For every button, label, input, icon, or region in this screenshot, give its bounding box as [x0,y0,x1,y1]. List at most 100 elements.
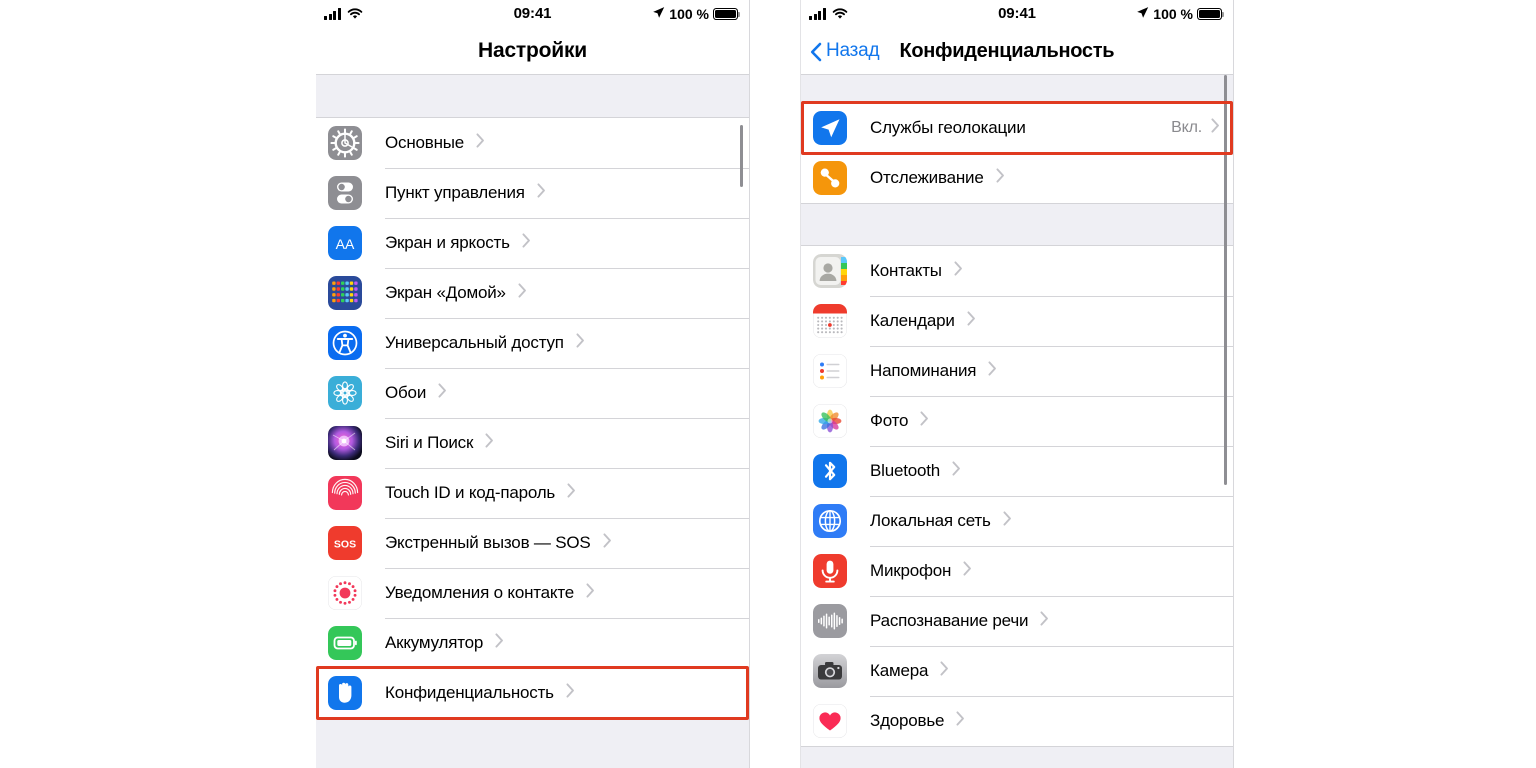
tracking-icon [813,161,847,195]
chevron-right-icon [1040,611,1049,631]
list-item-label: Календари [870,311,955,330]
chevron-right-icon [1003,511,1012,531]
list-item-label: Локальная сеть [870,511,991,530]
chevron-right-icon [954,261,963,281]
list-item[interactable]: Отслеживание [801,153,1233,203]
chevron-right-icon [566,683,575,703]
list-item[interactable]: Пункт управления [316,168,749,218]
list-item[interactable]: AA Экран и яркость [316,218,749,268]
list-item[interactable]: Touch ID и код-пароль [316,468,749,518]
location-arrow-icon [652,6,665,22]
list-item[interactable]: Камера [801,646,1233,696]
settings-group: Основные Пункт управления AA Экран и яркост… [316,117,749,719]
privacy-scroll-area[interactable]: Службы геолокации Вкл. Отслеживание Контак… [801,75,1233,768]
chevron-right-icon [952,461,961,481]
svg-text:AA: AA [336,236,355,252]
siri-icon [328,426,362,460]
battery-icon [328,626,362,660]
screenshot-root: 09:41 100 % Настройки Основные Пункт упра… [0,0,1536,768]
list-item-label: Службы геолокации [870,118,1026,137]
accessibility-icon [328,326,362,360]
chevron-right-icon [476,133,485,153]
local-network-icon [813,504,847,538]
list-item[interactable]: Фото [801,396,1233,446]
section-gap-top-right [801,75,1233,102]
speech-recognition-icon [813,604,847,638]
back-button[interactable]: Назад [810,40,880,62]
chevron-right-icon [495,633,504,653]
battery-percent-label: 100 % [1153,6,1193,22]
list-item[interactable]: Обои [316,368,749,418]
list-item-label: Аккумулятор [385,633,484,652]
list-item-label: Микрофон [870,561,952,580]
list-item[interactable]: Аккумулятор [316,618,749,668]
chevron-right-icon [602,533,612,553]
scrollbar-left[interactable] [740,125,743,187]
scrollbar-right[interactable] [1224,75,1227,485]
list-item[interactable]: Уведомления о контакте [316,568,749,618]
chevron-right-icon [996,168,1005,188]
settings-scroll-area[interactable]: Основные Пункт управления AA Экран и яркост… [316,75,749,768]
list-item[interactable]: Универсальный доступ [316,318,749,368]
page-title-settings: Настройки [478,39,587,62]
section-gap-mid-right [801,204,1233,245]
list-item-label: Фото [870,411,909,430]
list-item[interactable]: Контакты [801,246,1233,296]
settings-screen: 09:41 100 % Настройки Основные Пункт упра… [316,0,750,768]
list-item-label: Пункт управления [385,183,525,202]
list-item[interactable]: Микрофон [801,546,1233,596]
list-item[interactable]: Распознавание речи [801,596,1233,646]
list-item[interactable]: Основные [316,118,749,168]
section-gap-bottom-left [316,719,749,768]
chevron-right-icon [988,361,997,381]
list-item[interactable]: Календари [801,296,1233,346]
list-item-label: Камера [870,661,929,680]
control-center-icon [328,176,362,210]
home-screen-icon [328,276,362,310]
list-item-label: Touch ID и код-пароль [385,483,556,502]
privacy-screen: 09:41 100 % Назад Конфиденциальность Слу… [800,0,1234,768]
battery-full-icon [713,8,740,20]
contact-notifications-icon [328,576,362,610]
status-bar-right-icons: 100 % [652,6,740,22]
health-icon [813,704,847,738]
navbar-right: Назад Конфиденциальность [801,28,1233,75]
status-bar-right-icons-2: 100 % [1136,6,1224,22]
touch-id-icon [328,476,362,510]
chevron-right-icon [537,183,546,203]
chevron-right-icon [1211,118,1220,138]
page-title-privacy: Конфиденциальность [899,39,1115,62]
list-item-label: Обои [385,383,427,402]
chevron-right-icon [518,283,527,303]
microphone-icon [813,554,847,588]
list-item[interactable]: SOS Экстренный вызов — SOS [316,518,749,568]
list-item-label: Siri и Поиск [385,433,474,452]
display-brightness-icon: AA [328,226,362,260]
list-item[interactable]: Конфиденциальность [316,668,749,718]
list-item[interactable]: Здоровье [801,696,1233,746]
chevron-right-icon [438,383,447,403]
list-item[interactable]: Siri и Поиск [316,418,749,468]
chevron-right-icon [967,311,976,331]
back-button-label: Назад [826,40,880,61]
location-services-icon [813,111,847,145]
list-item-label: Bluetooth [870,461,941,480]
battery-full-icon [1197,8,1224,20]
list-item-label: Распознавание речи [870,611,1029,630]
list-item-label: Уведомления о контакте [385,583,574,602]
chevron-left-icon [810,41,822,62]
list-item[interactable]: Службы геолокации Вкл. [801,103,1233,153]
list-item[interactable]: Bluetooth [801,446,1233,496]
privacy-group-services: Службы геолокации Вкл. Отслеживание [801,102,1233,204]
list-item[interactable]: Напоминания [801,346,1233,396]
privacy-group-apps: Контакты Календари Напоминания Фото Bluetoot… [801,245,1233,747]
list-item[interactable]: Экран «Домой» [316,268,749,318]
section-gap-top-left [316,75,749,117]
list-item[interactable]: Локальная сеть [801,496,1233,546]
chevron-right-icon [956,711,965,731]
wallpaper-icon [328,376,362,410]
list-item-value: Вкл. [1171,119,1202,136]
svg-text:SOS: SOS [334,539,356,551]
camera-icon [813,654,847,688]
location-arrow-icon [1136,6,1149,22]
